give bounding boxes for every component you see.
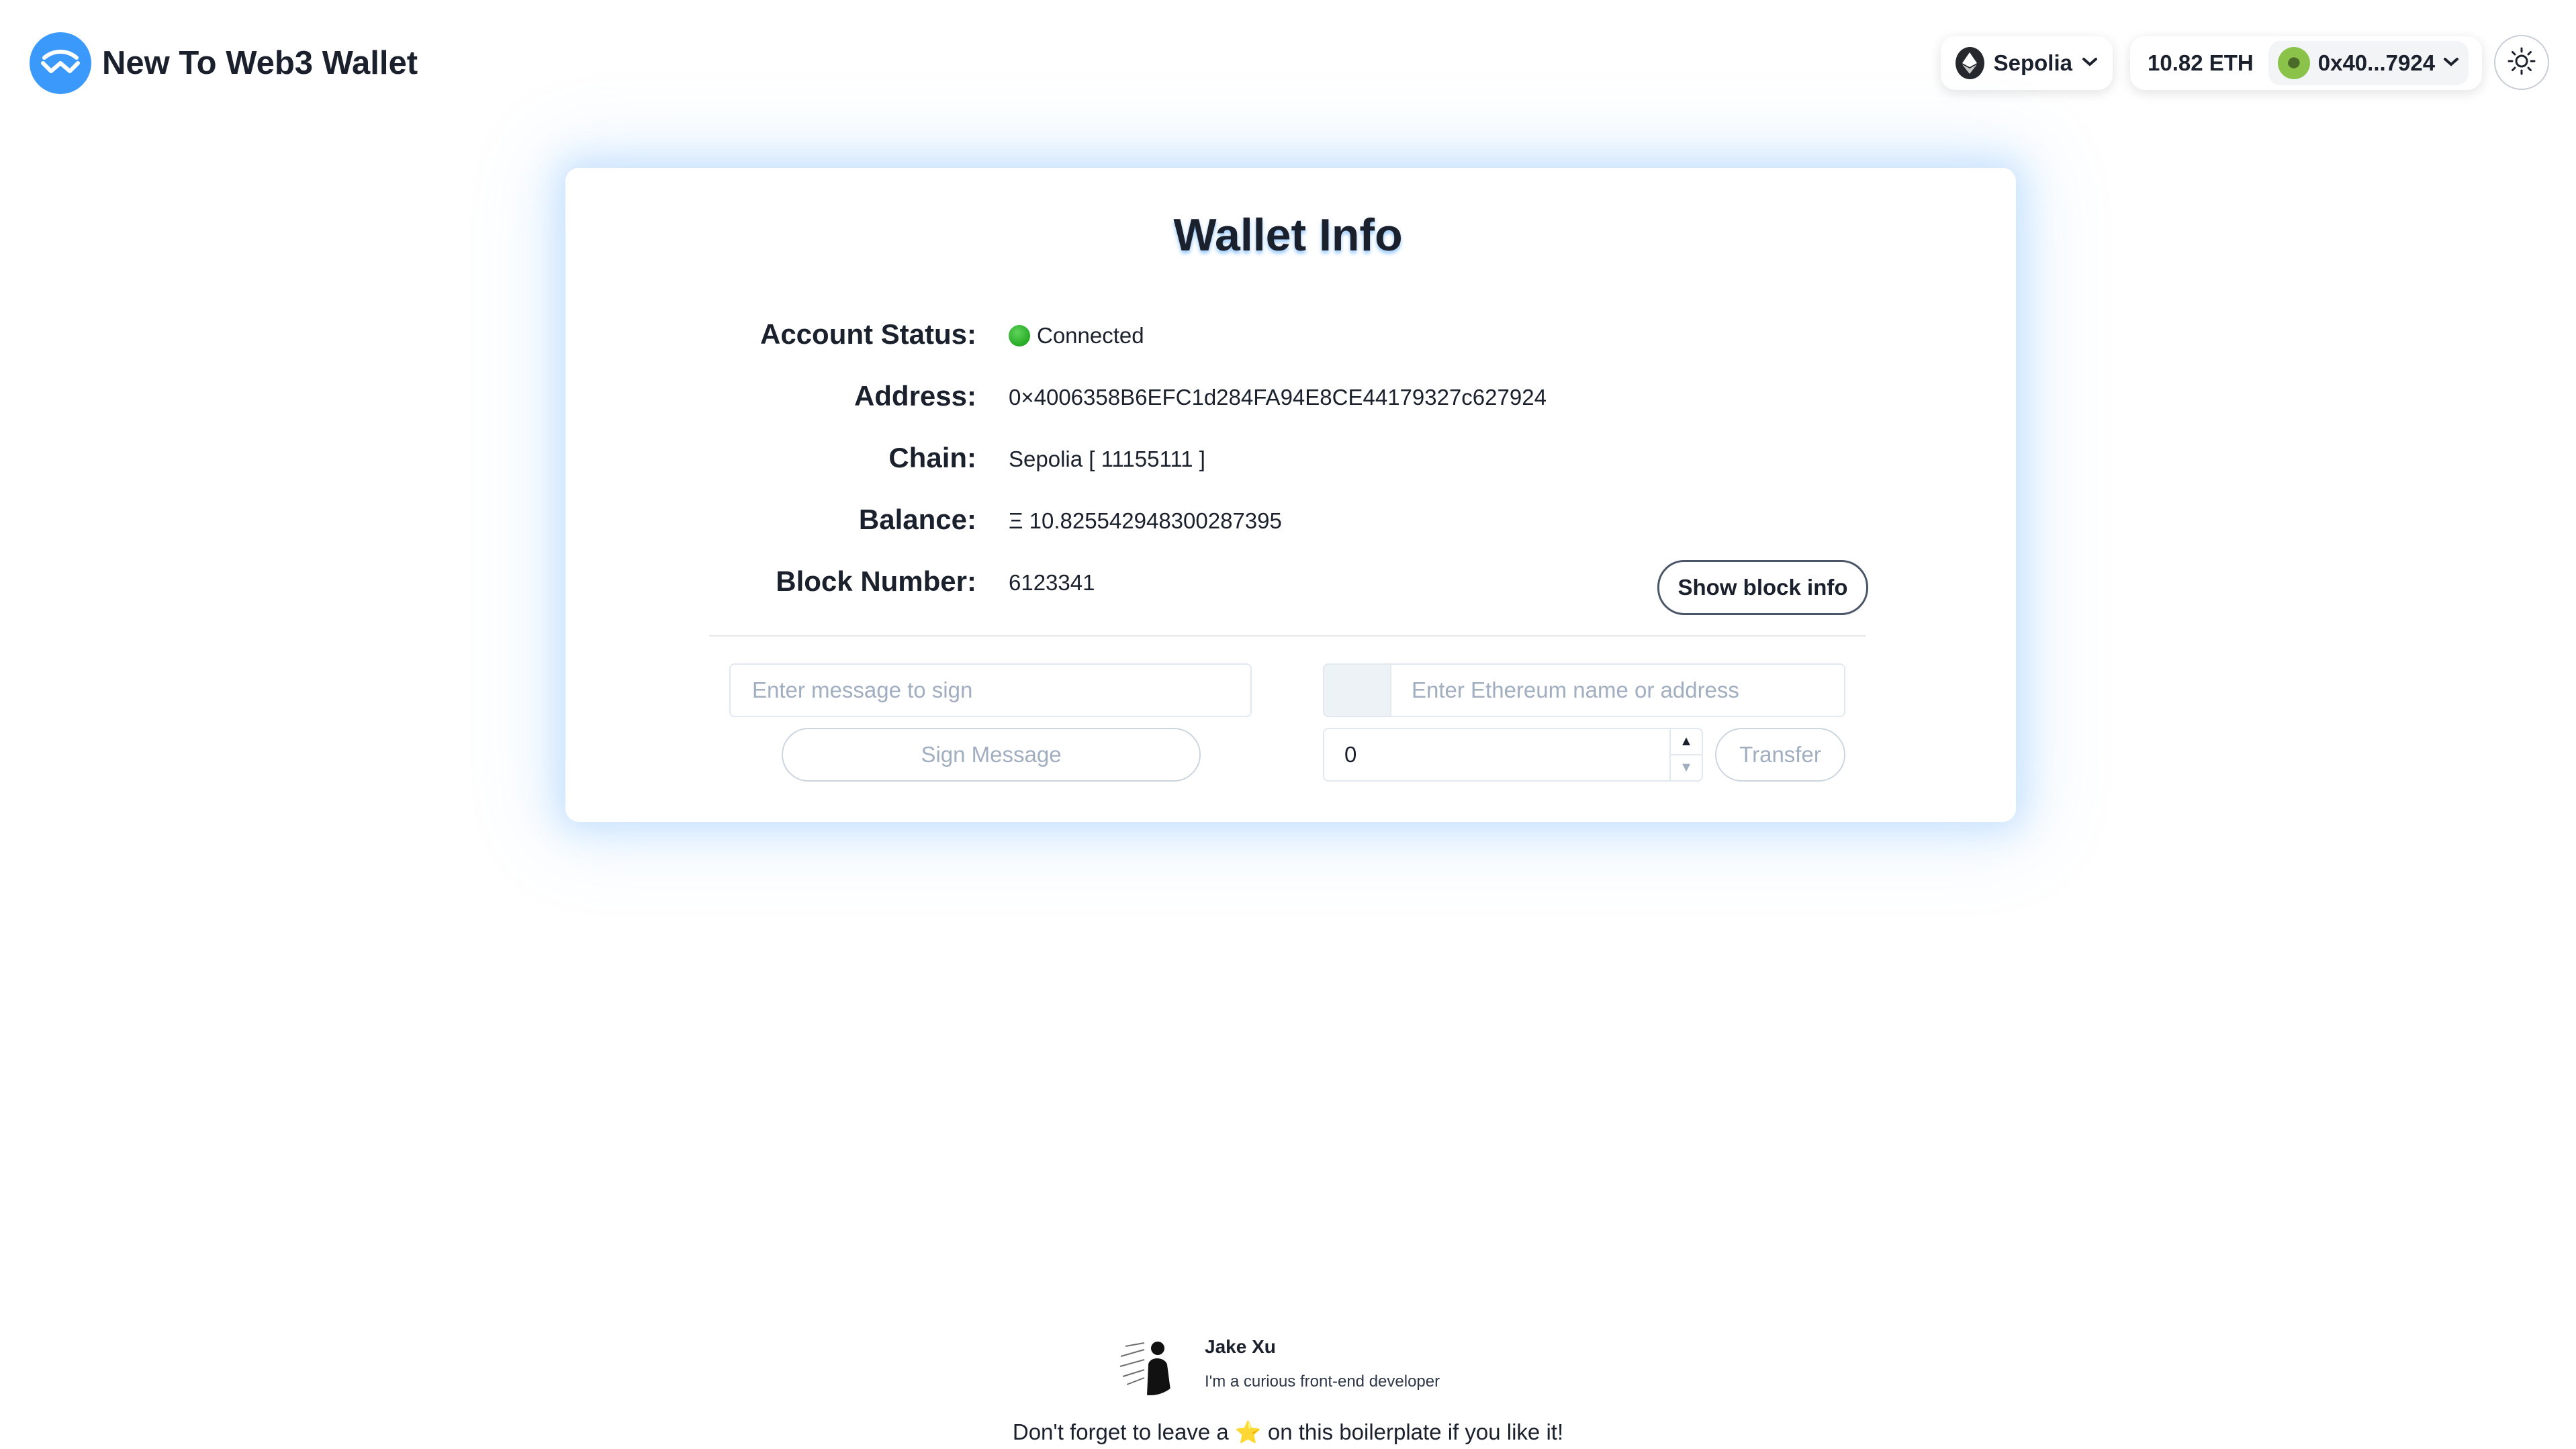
footer-note-text-after: on this boilerplate if you like it! — [1267, 1419, 1564, 1444]
theme-toggle-button[interactable] — [2494, 35, 2549, 90]
account-status-value: Connected — [1009, 316, 1144, 356]
increment-arrow-icon[interactable]: ▲ — [1671, 729, 1702, 754]
author-name: Jake Xu — [1205, 1336, 1276, 1357]
app-title: New To Web3 Wallet — [102, 45, 418, 81]
address-value: 0×4006358B6EFC1d284FA94E8CE44179327c6279… — [1009, 385, 1547, 410]
balance-label: Balance: — [858, 504, 976, 535]
author-avatar — [1117, 1329, 1183, 1395]
account-balance: 10.82 ETH — [2148, 50, 2254, 75]
address-label: Address: — [854, 380, 976, 412]
footer-note: Don't forget to leave a ⭐ on this boiler… — [0, 1415, 2576, 1449]
network-name: Sepolia — [1993, 50, 2072, 75]
show-block-info-button[interactable]: Show block info — [1657, 560, 1868, 615]
amount-number-input: ▲ ▼ — [1323, 728, 1703, 782]
chain-value: Sepolia [ 11155111 ] — [1009, 447, 1205, 471]
sun-icon — [2507, 46, 2536, 79]
author-bio: I'm a curious front-end developer — [1205, 1372, 1440, 1391]
recipient-address-input[interactable] — [1391, 665, 1844, 716]
recipient-address-group — [1323, 663, 1845, 717]
walletconnect-logo-icon — [30, 32, 91, 94]
account-avatar-icon — [2277, 47, 2310, 79]
chain-label: Chain: — [888, 442, 976, 473]
account-status-label: Account Status: — [760, 318, 976, 350]
block-number-label: Block Number: — [776, 565, 976, 597]
footer-note-text-before: Don't forget to leave a — [1012, 1419, 1229, 1444]
sign-message-button[interactable]: Sign Message — [782, 728, 1201, 782]
transfer-button[interactable]: Transfer — [1715, 728, 1845, 782]
chevron-down-icon — [2443, 56, 2459, 71]
card-title: Wallet Info — [1173, 209, 1403, 261]
connected-status-icon — [1009, 325, 1030, 346]
star-icon: ⭐ — [1234, 1420, 1262, 1444]
amount-stepper: ▲ ▼ — [1669, 729, 1702, 780]
network-selector-button[interactable]: Sepolia — [1941, 36, 2113, 90]
block-number-value: 6123341 — [1009, 570, 1095, 595]
ethereum-icon — [1956, 47, 1984, 79]
account-status-text: Connected — [1037, 323, 1144, 348]
account-button[interactable]: 10.82 ETH 0x40...7924 — [2130, 36, 2482, 90]
sign-message-input[interactable] — [729, 663, 1252, 717]
address-avatar-addon — [1324, 665, 1391, 716]
chevron-down-icon — [2082, 56, 2098, 71]
amount-input[interactable] — [1324, 729, 1669, 780]
account-address-pill[interactable]: 0x40...7924 — [2268, 41, 2469, 85]
card-divider — [709, 635, 1866, 637]
decrement-arrow-icon[interactable]: ▼ — [1671, 754, 1702, 780]
balance-value: Ξ 10.825542948300287395 — [1009, 508, 1282, 533]
account-address-short: 0x40...7924 — [2317, 50, 2436, 75]
